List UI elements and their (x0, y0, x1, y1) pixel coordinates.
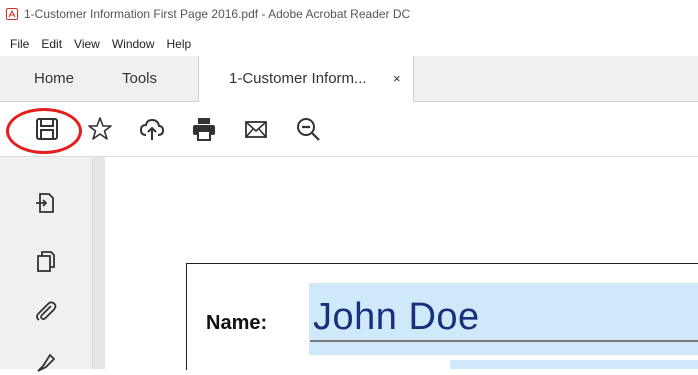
window-title: 1-Customer Information First Page 2016.p… (24, 7, 411, 21)
menu-bar: File Edit View Window Help (0, 34, 197, 54)
cloud-upload-icon[interactable] (139, 116, 165, 142)
zoom-out-icon[interactable] (295, 116, 321, 142)
menu-window[interactable]: Window (106, 34, 161, 54)
bookmark-star-icon[interactable] (87, 116, 113, 142)
name-underline (310, 340, 698, 342)
name-label: Name: (206, 312, 268, 334)
next-form-field[interactable] (450, 360, 698, 369)
export-pdf-icon[interactable] (34, 191, 58, 215)
email-icon[interactable] (243, 116, 269, 142)
menu-help[interactable]: Help (161, 34, 198, 54)
tab-home[interactable]: Home (34, 56, 74, 101)
attachment-icon[interactable] (34, 299, 58, 323)
tab-document[interactable]: 1-Customer Inform... (198, 56, 414, 102)
pages-icon[interactable] (34, 249, 58, 273)
title-bar: 1-Customer Information First Page 2016.p… (0, 0, 698, 34)
print-icon[interactable] (191, 116, 217, 142)
document-gutter (93, 157, 105, 369)
tab-tools[interactable]: Tools (122, 56, 157, 101)
tab-document-label: 1-Customer Inform... (229, 70, 367, 87)
save-highlight-circle (6, 108, 82, 154)
left-rail (0, 157, 93, 372)
menu-view[interactable]: View (68, 34, 106, 54)
name-value[interactable]: John Doe (313, 296, 480, 339)
toolbar (0, 102, 698, 157)
tab-bar: Home Tools 1-Customer Inform... × (0, 56, 698, 102)
close-tab-icon[interactable]: × (393, 56, 401, 101)
menu-edit[interactable]: Edit (35, 34, 68, 54)
menu-file[interactable]: File (0, 34, 35, 54)
signature-icon[interactable] (34, 351, 58, 375)
pdf-icon (6, 8, 18, 20)
